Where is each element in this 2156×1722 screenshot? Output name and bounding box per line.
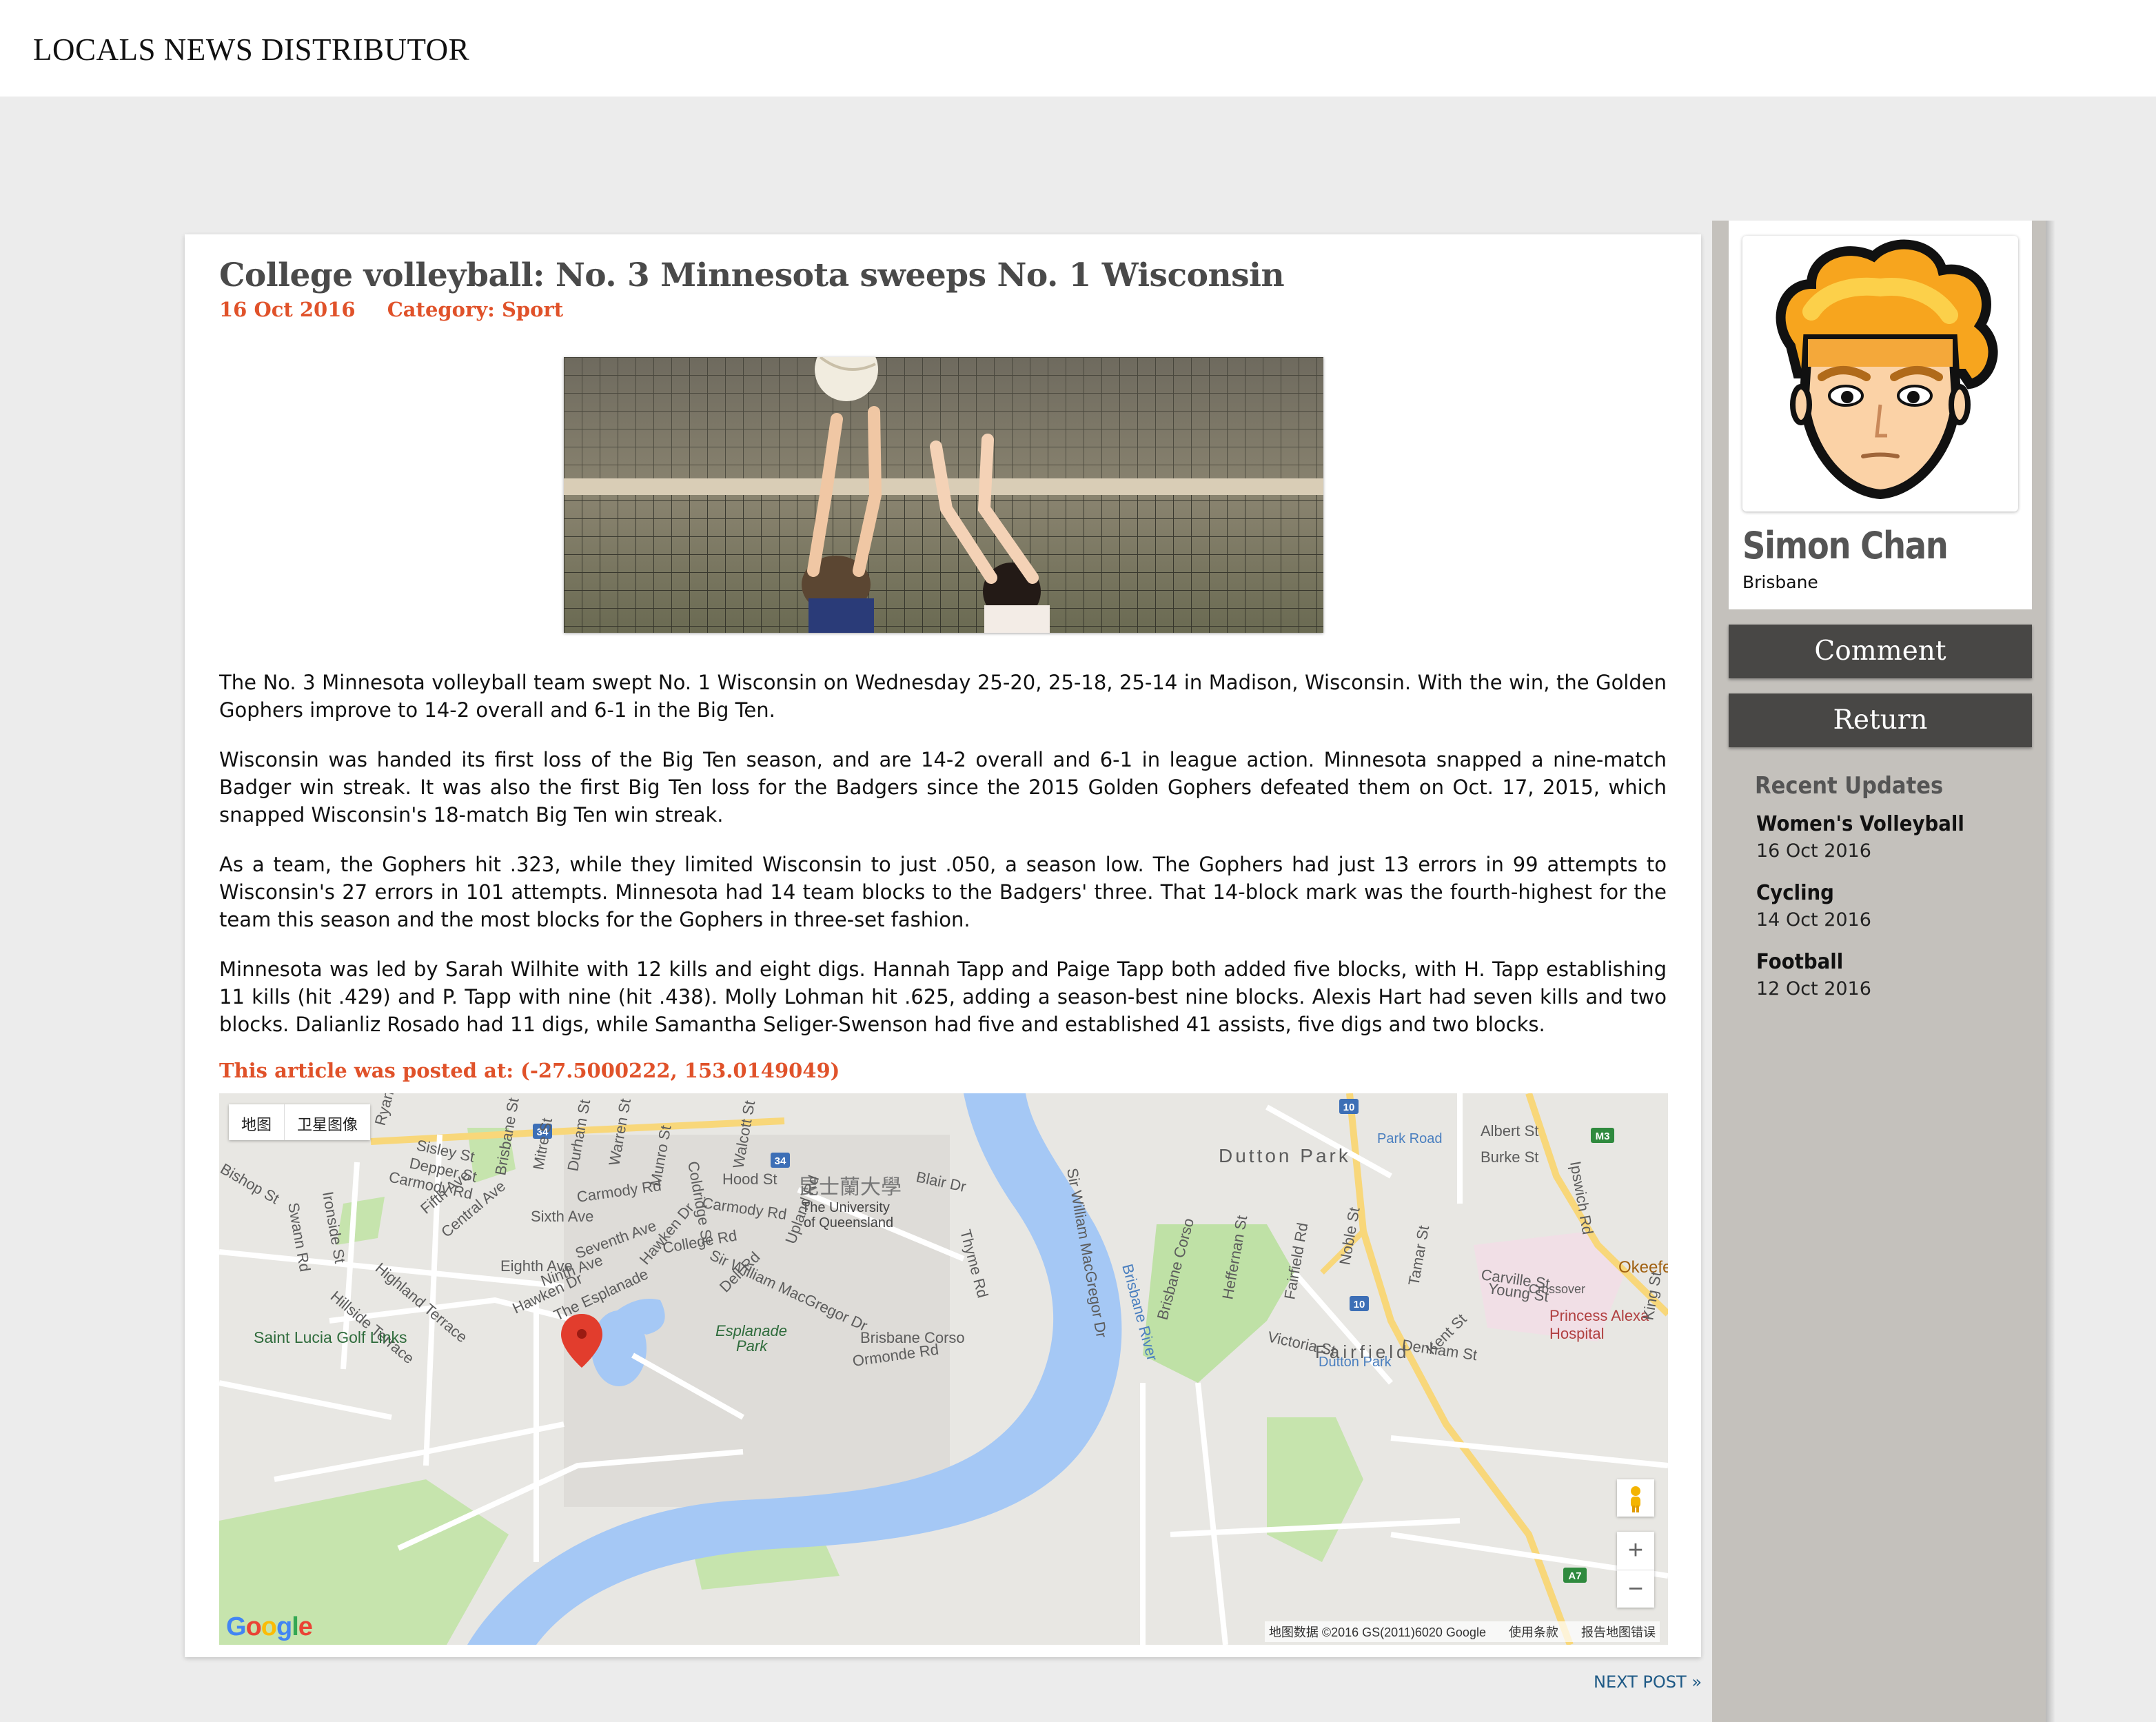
map-label: Hood St — [722, 1171, 777, 1188]
map-label: Hospital — [1549, 1325, 1604, 1342]
map-type-map[interactable]: 地图 — [229, 1104, 284, 1140]
update-title[interactable]: Cycling — [1756, 881, 1964, 905]
profile-city: Brisbane — [1742, 572, 1818, 592]
article-paragraph: Minnesota was led by Sarah Wilhite with … — [219, 958, 1667, 1036]
update-date: 16 Oct 2016 — [1756, 840, 1871, 862]
posted-location: This article was posted at: (-27.5000222… — [219, 1059, 840, 1082]
recent-updates-title: Recent Updates — [1755, 772, 1944, 800]
avatar — [1742, 236, 2018, 511]
map-canvas[interactable]: 34 34 10 10 M3 A7 Dutton Park 昆士蘭大學 The … — [219, 1093, 1668, 1645]
map-label: of Queensland — [804, 1215, 893, 1230]
site-brand[interactable]: LOCALS NEWS DISTRIBUTOR — [33, 32, 469, 68]
map-label: Dutton Park — [1219, 1145, 1351, 1166]
return-button[interactable]: Return — [1729, 693, 2032, 747]
article-body: The No. 3 Minnesota volleyball team swep… — [219, 669, 1667, 1060]
list-item[interactable]: Cycling 14 Oct 2016 — [1756, 881, 1982, 950]
road-shield: A7 — [1568, 1570, 1581, 1582]
list-item[interactable]: Football 12 Oct 2016 — [1756, 950, 1982, 1019]
map-label: Burke St — [1481, 1148, 1538, 1166]
map-label: Saint Lucia Golf Links — [254, 1328, 407, 1346]
update-date: 12 Oct 2016 — [1756, 978, 1871, 1000]
next-post-link[interactable]: NEXT POST » — [1594, 1672, 1702, 1692]
zoom-in-button[interactable]: + — [1617, 1532, 1654, 1570]
map-type-satellite[interactable]: 卫星图像 — [284, 1104, 370, 1140]
article-card: College volleyball: No. 3 Minnesota swee… — [185, 234, 1701, 1657]
street-view-pegman-icon[interactable] — [1617, 1479, 1654, 1517]
road-shield: M3 — [1596, 1131, 1610, 1142]
article-paragraph: As a team, the Gophers hit .323, while t… — [219, 853, 1667, 931]
location-map[interactable]: 34 34 10 10 M3 A7 Dutton Park 昆士蘭大學 The … — [219, 1093, 1668, 1645]
map-label: Sixth Ave — [531, 1208, 593, 1225]
volleyball-photo — [564, 357, 1323, 633]
road-shield: 34 — [775, 1155, 786, 1167]
road-shield: 10 — [1354, 1299, 1365, 1310]
top-header: LOCALS NEWS DISTRIBUTOR — [0, 0, 2156, 97]
map-label: Park Road — [1377, 1131, 1443, 1146]
report-map-error-link[interactable]: 报告地图错误 — [1581, 1625, 1656, 1639]
sidebar-shadow — [2046, 221, 2055, 1722]
map-label: Park — [736, 1337, 768, 1355]
map-label: Albert St — [1481, 1122, 1538, 1139]
profile-name: Simon Chan — [1742, 524, 1949, 567]
article-title: College volleyball: No. 3 Minnesota swee… — [219, 256, 1285, 294]
recent-updates-list: Women's Volleyball 16 Oct 2016 Cycling 1… — [1756, 812, 1982, 1019]
sidebar: Simon Chan Brisbane Comment Return Recen… — [1712, 221, 2046, 1722]
map-label: Fairfield — [1315, 1341, 1410, 1362]
article-paragraph: Wisconsin was handed its first loss of t… — [219, 748, 1667, 827]
article-meta: 16 Oct 2016 Category: Sport — [219, 298, 563, 321]
avatar-illustration — [1776, 239, 1998, 500]
zoom-out-button[interactable]: − — [1617, 1570, 1654, 1608]
update-title[interactable]: Football — [1756, 950, 1964, 974]
article-category[interactable]: Category: Sport — [387, 298, 564, 321]
google-logo[interactable]: Google — [226, 1612, 313, 1642]
article-hero-image — [564, 357, 1323, 633]
map-footer: 地图数据 ©2016 GS(2011)6020 Google 使用条款 报告地图… — [1264, 1621, 1660, 1642]
comment-button[interactable]: Comment — [1729, 625, 2032, 678]
list-item[interactable]: Women's Volleyball 16 Oct 2016 — [1756, 812, 1982, 881]
road-shield: 10 — [1343, 1102, 1355, 1113]
map-label: The University — [802, 1200, 890, 1215]
update-date: 14 Oct 2016 — [1756, 909, 1871, 931]
map-terms-link[interactable]: 使用条款 — [1509, 1625, 1558, 1639]
map-zoom-control[interactable]: + − — [1617, 1532, 1654, 1608]
article-date: 16 Oct 2016 — [219, 298, 356, 321]
update-title[interactable]: Women's Volleyball — [1756, 812, 1964, 836]
map-label: Princess Alexa — [1549, 1307, 1649, 1324]
map-attribution: 地图数据 ©2016 GS(2011)6020 Google — [1268, 1625, 1486, 1639]
article-paragraph: The No. 3 Minnesota volleyball team swep… — [219, 671, 1667, 722]
profile-card: Simon Chan Brisbane — [1729, 221, 2032, 609]
map-type-toggle[interactable]: 地图 卫星图像 — [229, 1104, 371, 1140]
